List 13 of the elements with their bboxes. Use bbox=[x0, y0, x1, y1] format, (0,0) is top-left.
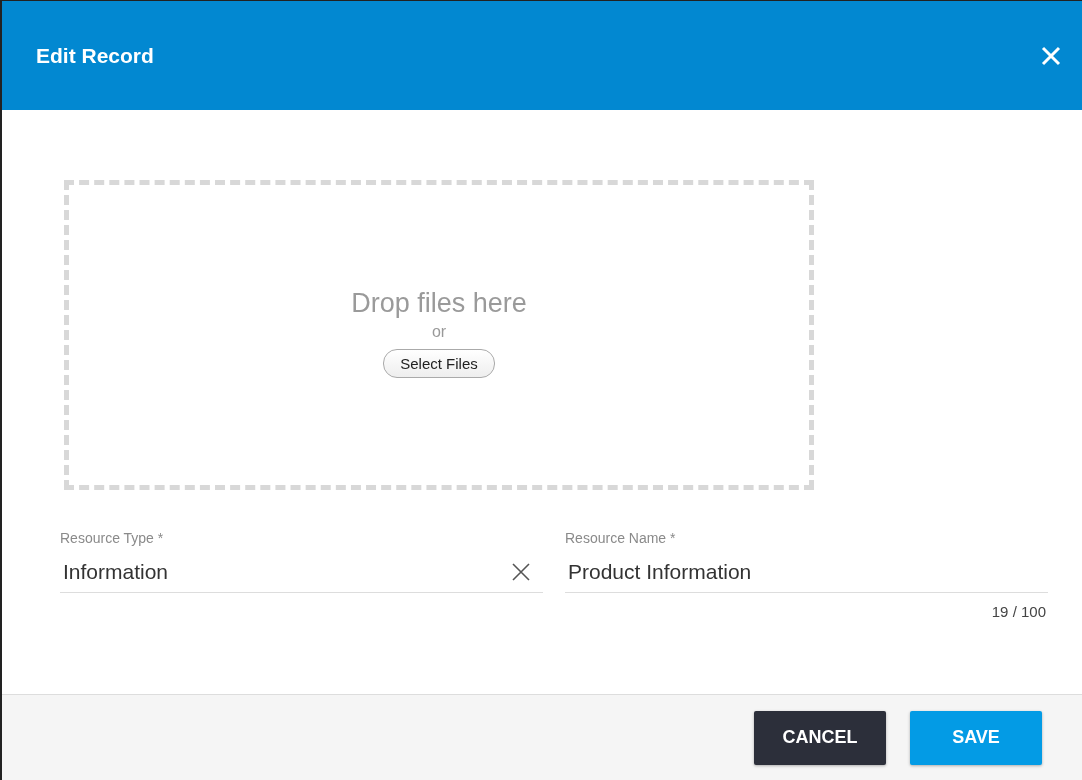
file-dropzone[interactable]: Drop files here or Select Files bbox=[64, 180, 814, 490]
clear-icon[interactable] bbox=[511, 562, 531, 582]
dialog-title: Edit Record bbox=[36, 43, 154, 68]
field-label: Resource Name * bbox=[565, 530, 677, 546]
select-files-button[interactable]: Select Files bbox=[383, 349, 495, 378]
close-icon[interactable] bbox=[1040, 44, 1062, 67]
cancel-button[interactable]: CANCEL bbox=[754, 710, 886, 765]
input-field[interactable]: Product Information bbox=[565, 556, 1048, 593]
drop-prompt: Drop files here bbox=[351, 288, 527, 319]
character-counter: 19 / 100 bbox=[991, 603, 1046, 620]
input-field[interactable]: Information bbox=[60, 556, 543, 593]
field-label: Resource Type * bbox=[60, 530, 165, 546]
separator-text: or bbox=[431, 323, 447, 341]
